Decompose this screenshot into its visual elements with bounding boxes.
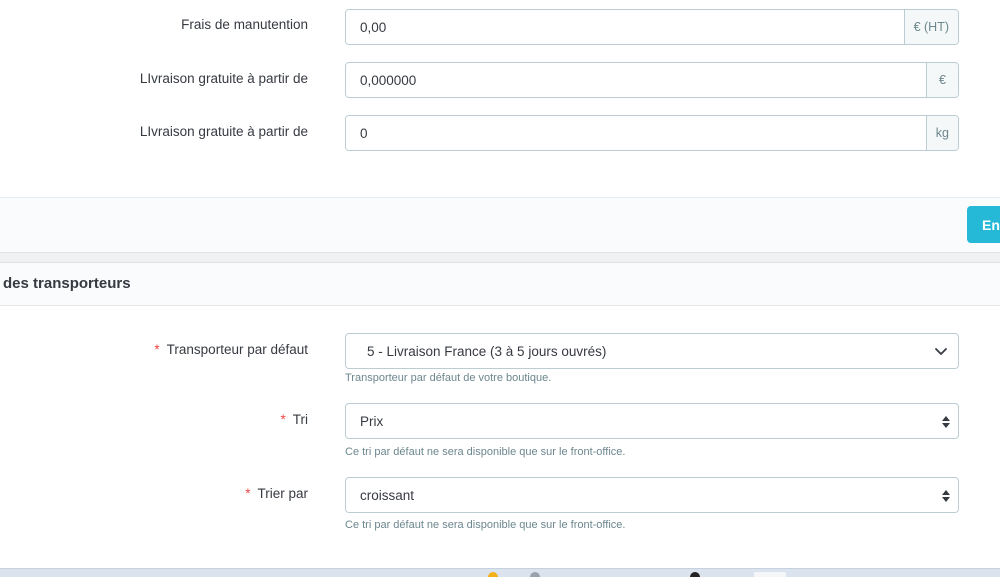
- sort-help: Ce tri par défaut ne sera disponible que…: [345, 446, 626, 458]
- sort-label: * Tri: [280, 412, 308, 427]
- panel-title: des transporteurs: [3, 275, 131, 292]
- carrier-options-panel: des transporteurs * Transporteur par défa…: [0, 262, 1000, 568]
- sort-arrows-icon: [942, 490, 950, 502]
- order-label: * Trier par: [245, 486, 308, 501]
- order-value: croissant: [360, 487, 415, 503]
- panel-heading: des transporteurs: [0, 263, 1000, 306]
- free-shipping-price-label: LIvraison gratuite à partir de: [139, 71, 308, 86]
- taskbar-app-icon[interactable]: [530, 572, 540, 577]
- default-carrier-select[interactable]: 5 - Livraison France (3 à 5 jours ouvrés…: [345, 333, 959, 369]
- default-carrier-label: * Transporteur par défaut: [154, 342, 308, 357]
- required-marker: *: [245, 486, 251, 501]
- order-select[interactable]: croissant: [345, 477, 959, 513]
- save-button[interactable]: Enr: [967, 206, 1000, 243]
- sort-value: Prix: [360, 413, 384, 429]
- sort-label-text: Tri: [292, 412, 308, 427]
- taskbar: [0, 568, 1000, 577]
- required-marker: *: [154, 342, 160, 357]
- free-shipping-weight-label: LIvraison gratuite à partir de: [139, 124, 308, 139]
- required-marker: *: [280, 412, 286, 427]
- sort-select[interactable]: Prix: [345, 403, 959, 439]
- default-carrier-help: Transporteur par défaut de votre boutiqu…: [345, 372, 552, 384]
- carrier-costs-panel: Frais de manutention € (HT) LIvraison gr…: [0, 0, 1000, 197]
- default-carrier-value: 5 - Livraison France (3 à 5 jours ouvrés…: [367, 343, 607, 359]
- handling-fees-group: € (HT): [345, 9, 959, 45]
- free-shipping-weight-group: kg: [345, 115, 959, 151]
- taskbar-app-icon[interactable]: [754, 572, 786, 577]
- sort-arrows-icon: [942, 416, 950, 428]
- handling-fees-input[interactable]: [346, 10, 904, 44]
- chevron-down-icon: [935, 348, 947, 355]
- panel-footer: [0, 197, 1000, 253]
- free-shipping-price-unit: €: [926, 63, 958, 97]
- free-shipping-weight-input[interactable]: [346, 116, 926, 150]
- free-shipping-weight-unit: kg: [925, 116, 958, 150]
- taskbar-app-icon[interactable]: [690, 572, 700, 577]
- taskbar-app-icon[interactable]: [488, 572, 498, 577]
- handling-fees-unit: € (HT): [903, 10, 958, 44]
- free-shipping-price-group: €: [345, 62, 959, 98]
- free-shipping-price-input[interactable]: [346, 63, 926, 97]
- handling-fees-label: Frais de manutention: [181, 17, 308, 32]
- order-help: Ce tri par défaut ne sera disponible que…: [345, 519, 626, 531]
- default-carrier-label-text: Transporteur par défaut: [166, 342, 308, 357]
- order-label-text: Trier par: [257, 486, 308, 501]
